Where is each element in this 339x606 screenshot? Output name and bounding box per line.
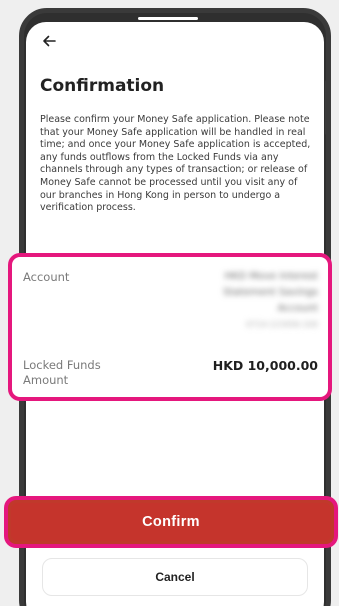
locked-funds-amount: HKD 10,000.00 [212, 358, 318, 373]
page-title: Confirmation [40, 76, 165, 96]
back-arrow-icon[interactable] [42, 34, 56, 48]
account-value-blurred: HKD Move Interest Statement Savings Acco… [223, 271, 318, 329]
confirm-button[interactable]: Confirm [11, 503, 331, 541]
disclaimer-text: Please confirm your Money Safe applicati… [40, 114, 311, 214]
status-notch [138, 17, 198, 20]
account-label: Account [23, 270, 70, 284]
phone-side-button [325, 80, 331, 135]
application-summary-card: Account HKD Move Interest Statement Savi… [8, 253, 332, 401]
locked-funds-label: Locked Funds Amount [23, 358, 101, 387]
confirm-button-highlight: Confirm [4, 496, 338, 548]
cancel-button[interactable]: Cancel [42, 558, 308, 596]
